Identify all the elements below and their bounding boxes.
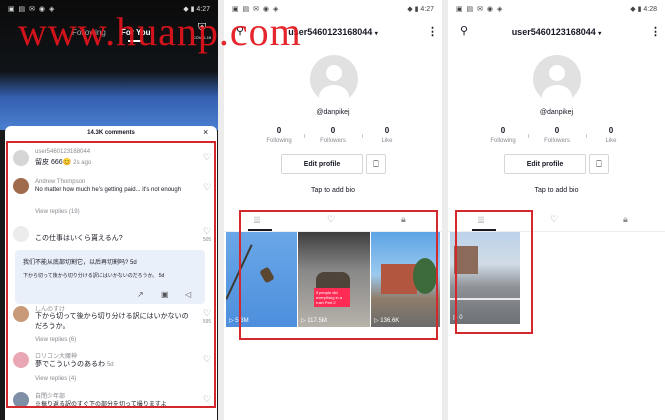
comment-text: 下から切って後から切り分ける訳にはいかないのだろうか。 bbox=[35, 313, 189, 330]
username-header[interactable]: user5460123168044 ▾ bbox=[448, 27, 665, 37]
watermark: www.huanp.com bbox=[18, 9, 302, 54]
chevron-down-icon: ▾ bbox=[598, 31, 602, 37]
avatar bbox=[13, 392, 29, 408]
profile-avatar[interactable] bbox=[533, 55, 581, 103]
edit-profile-button[interactable]: Edit profile bbox=[281, 154, 363, 174]
heart-icon[interactable]: ♡ 505 bbox=[201, 226, 213, 243]
avatar bbox=[13, 150, 29, 166]
bio-prompt[interactable]: Tap to add bio bbox=[224, 187, 442, 194]
tab-videos[interactable]: ⦙⦙⦙ bbox=[478, 215, 484, 226]
tab-private[interactable]: 🔒︎ bbox=[401, 214, 406, 225]
avatar bbox=[13, 178, 29, 194]
view-replies[interactable]: View replies (19) bbox=[35, 209, 80, 215]
video-caption: if people did everything in a rush Part … bbox=[314, 288, 350, 307]
comments-count: 14.3K comments bbox=[87, 130, 135, 136]
heart-icon[interactable]: ♡ bbox=[201, 354, 213, 365]
more-options-icon[interactable]: ⋮ bbox=[650, 25, 661, 38]
avatar-body bbox=[542, 85, 572, 103]
comment-user[interactable]: user54601231680​44 bbox=[35, 149, 90, 155]
tab-liked[interactable]: ♡ bbox=[550, 214, 558, 225]
view-count: ▷ 136.6K bbox=[374, 318, 400, 324]
profile-avatar[interactable] bbox=[310, 55, 358, 103]
grid-icon: ⦙⦙⦙ bbox=[254, 215, 261, 225]
grid-icon: ⦙⦙⦙ bbox=[478, 215, 485, 225]
pole-figure bbox=[226, 244, 253, 300]
stat-likes[interactable]: 0 Like bbox=[586, 126, 636, 144]
avatar-body bbox=[319, 85, 349, 103]
video-thumbnail[interactable]: ▷ 0 bbox=[450, 232, 520, 324]
status-time: ◆ ▮ 4:28 bbox=[630, 6, 657, 13]
tab-videos[interactable]: ⦙⦙⦙ bbox=[254, 215, 260, 226]
popup-subtitle: 下から切って後から切り分ける訳にはいかないのだろうか。 5d bbox=[23, 273, 165, 279]
bookmark-icon: ⎕ bbox=[596, 159, 602, 169]
avatar bbox=[13, 226, 29, 242]
phone-profile-screen-2: ▣ ▤ ✉ ◉ ◈ ◆ ▮ 4:28 ⚲ user5460123168044 ▾… bbox=[448, 0, 665, 420]
comments-sheet: 14.3K comments × user54601231680​44 留皮 6… bbox=[5, 126, 217, 420]
tab-private[interactable]: 🔒︎ bbox=[623, 214, 628, 225]
video-thumbnail[interactable]: ▷ 5.3M bbox=[226, 232, 297, 327]
bookmark-icon: ⎕ bbox=[373, 159, 379, 169]
video-thumbnail[interactable]: if people did everything in a rush Part … bbox=[298, 232, 370, 327]
share-icon[interactable]: ↗ bbox=[137, 290, 144, 299]
avatar bbox=[13, 352, 29, 368]
chevron-down-icon: ▾ bbox=[374, 31, 378, 37]
liked-videos-icon: ♡ bbox=[550, 214, 559, 224]
status-icons-left: ▣ ▤ ✉ ◉ ◈ bbox=[456, 6, 504, 13]
tree-figure bbox=[413, 258, 437, 294]
tab-liked[interactable]: ♡ bbox=[327, 214, 335, 225]
comment-text: 夢でこういうのあるわ 5d bbox=[35, 361, 114, 368]
bird-figure bbox=[259, 266, 275, 284]
avatar-head bbox=[549, 65, 565, 81]
bookmark-button[interactable]: ⎕ bbox=[366, 154, 386, 174]
view-replies[interactable]: View replies (4) bbox=[35, 376, 76, 382]
stat-following[interactable]: 0 Following bbox=[478, 126, 528, 144]
status-time: ◆ ▮ 4:27 bbox=[407, 6, 434, 13]
comment-options-popup: 我们不能从底部切割它，以后再切割吗? 5d 下から切って後から切り分ける訳にはい… bbox=[15, 250, 205, 304]
stat-followers[interactable]: 0 Followers bbox=[308, 126, 358, 144]
comment-text: ※振り返る訳のすぐ下の部分を切って撮りますよ bbox=[35, 402, 167, 408]
stat-followers[interactable]: 0 Followers bbox=[532, 126, 582, 144]
speaker-icon[interactable]: ◁ bbox=[185, 290, 191, 299]
divider bbox=[528, 134, 529, 138]
view-count: ▷ 0 bbox=[453, 315, 463, 321]
building-figure bbox=[454, 246, 478, 274]
profile-handle: @danpikej bbox=[539, 109, 574, 116]
lock-icon: 🔒︎ bbox=[401, 214, 406, 224]
close-icon[interactable]: × bbox=[203, 127, 208, 137]
comment-text: この仕事はいくら貰えるん? bbox=[35, 235, 123, 242]
bio-prompt[interactable]: Tap to add bio bbox=[448, 187, 665, 194]
phone-comments-screen: ▣ ▤ ✉ ◉ ◈ ◆ ▮ 4:27 Following For You ⛨ C… bbox=[0, 0, 218, 420]
bookmark-button[interactable]: ⎕ bbox=[589, 154, 609, 174]
avatar bbox=[13, 306, 29, 322]
view-count: ▷ 5.3M bbox=[229, 318, 249, 324]
copy-icon[interactable]: ▣ bbox=[161, 290, 169, 299]
liked-videos-icon: ♡ bbox=[327, 214, 336, 224]
view-replies[interactable]: View replies (6) bbox=[35, 337, 76, 343]
more-options-icon[interactable]: ⋮ bbox=[427, 25, 438, 38]
profile-handle: @danpikej bbox=[316, 109, 350, 116]
heart-icon[interactable]: ♡ bbox=[201, 182, 213, 193]
comment-text: No matter how much he's getting paid... … bbox=[35, 187, 182, 193]
video-thumbnail[interactable]: ▷ 136.6K bbox=[371, 232, 440, 327]
heart-icon[interactable]: ♡ bbox=[201, 394, 213, 405]
stat-following[interactable]: 0 Following bbox=[254, 126, 304, 144]
heart-icon[interactable]: ♡ bbox=[201, 152, 213, 163]
lock-icon: 🔒︎ bbox=[623, 214, 628, 224]
phone-profile-screen: ▣ ▤ ✉ ◉ ◈ ◆ ▮ 4:27 ⚲ user5460123168044 ▾… bbox=[224, 0, 442, 420]
popup-title: 我们不能从底部切割它，以后再切割吗? 5d bbox=[23, 260, 137, 266]
road-line bbox=[450, 298, 520, 300]
comment-text: 留皮 666😊 2s ago bbox=[35, 159, 92, 166]
edit-profile-button[interactable]: Edit profile bbox=[504, 154, 586, 174]
view-count: ▷ 117.5M bbox=[301, 318, 327, 324]
divider bbox=[304, 134, 305, 138]
avatar-head bbox=[326, 65, 342, 81]
heart-icon[interactable]: ♡ 595 bbox=[201, 308, 213, 325]
comment-user[interactable]: Andrew Thompson bbox=[35, 179, 85, 185]
stat-likes[interactable]: 0 Like bbox=[362, 126, 412, 144]
building-figure bbox=[381, 264, 417, 294]
